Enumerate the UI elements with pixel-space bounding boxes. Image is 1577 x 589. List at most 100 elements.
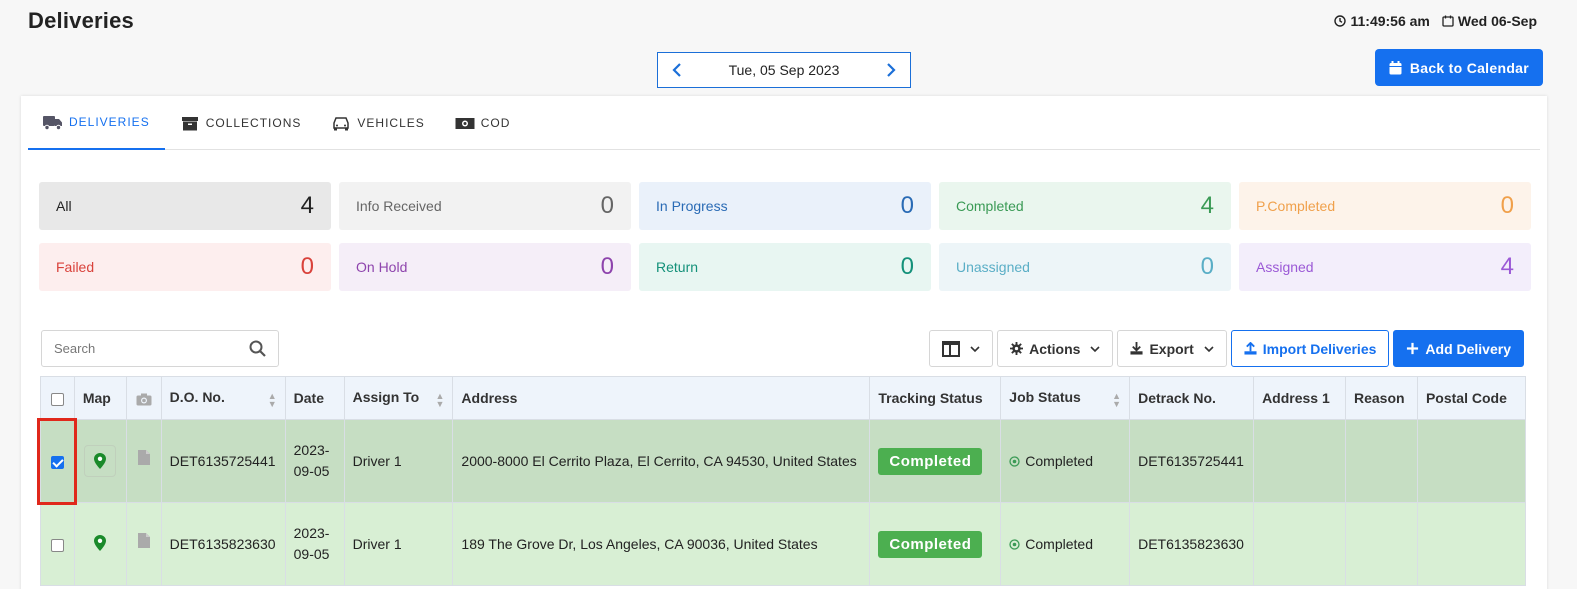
date-navigator: Tue, 05 Sep 2023 (657, 52, 911, 88)
map-cell (73, 419, 127, 503)
document-icon (137, 450, 150, 465)
detrack-no-cell: DET6135823630 (1129, 502, 1255, 586)
current-date[interactable]: Tue, 05 Sep 2023 (729, 62, 840, 78)
status-tile-count: 4 (1200, 192, 1214, 219)
sort-icon[interactable]: ▲ ▼ (1112, 391, 1121, 408)
search-box (41, 330, 279, 367)
map-pin-icon (94, 534, 107, 551)
deliveries-table: Map D.O. No. ▲ ▼ Date Assign To ▲ ▼ Address … (40, 376, 1527, 586)
status-tile-p-completed[interactable]: P.Completed 0 (1239, 182, 1531, 230)
prev-date-button[interactable] (672, 63, 682, 77)
status-tile-failed[interactable]: Failed 0 (39, 243, 331, 291)
job-status-text: Completed (1025, 453, 1093, 469)
status-tile-return[interactable]: Return 0 (639, 243, 931, 291)
column-header-do-no[interactable]: D.O. No. ▲ ▼ (160, 376, 286, 420)
chevron-down-icon (970, 345, 980, 352)
status-tile-unassigned[interactable]: Unassigned 0 (939, 243, 1231, 291)
column-header-label: Assign To (352, 388, 420, 405)
tab-collections[interactable]: COLLECTIONS (165, 96, 317, 150)
tab-label: COLLECTIONS (205, 116, 302, 130)
column-header-reason: Reason (1345, 376, 1418, 420)
job-status-cell: Completed (1000, 502, 1131, 586)
date-line: 09-05 (293, 463, 330, 479)
reason-cell (1345, 419, 1418, 503)
column-header-address-1: Address 1 (1253, 376, 1346, 420)
status-tile-on-hold[interactable]: On Hold 0 (339, 243, 631, 291)
date-cell: 2023- 09-05 (284, 502, 345, 586)
tab-label: VEHICLES (357, 116, 425, 130)
column-header-date: Date (284, 376, 345, 420)
status-tile-completed[interactable]: Completed 4 (939, 182, 1231, 230)
status-tile-label: Return (656, 259, 699, 275)
tab-bar: DELIVERIES COLLECTIONS VEHICLES COD (28, 96, 1540, 150)
row-checkbox[interactable] (50, 538, 64, 552)
status-tile-label: Assigned (1256, 259, 1314, 275)
search-input[interactable] (54, 341, 224, 356)
chevron-down-icon (1090, 345, 1101, 352)
export-button[interactable]: Export (1117, 330, 1227, 367)
tab-cod[interactable]: COD (440, 96, 526, 150)
column-header-job-status[interactable]: Job Status ▲ ▼ (1000, 376, 1131, 420)
chevron-right-icon (887, 63, 896, 77)
truck-icon (43, 115, 62, 130)
car-icon (333, 116, 350, 130)
next-date-button[interactable] (886, 63, 896, 77)
back-to-calendar-button[interactable]: Back to Calendar (1374, 49, 1543, 86)
search-icon[interactable] (249, 340, 266, 357)
tab-label: DELIVERIES (69, 115, 150, 129)
column-header-tracking-status: Tracking Status (869, 376, 1002, 420)
column-header-address: Address (452, 376, 871, 420)
status-tile-assigned[interactable]: Assigned 4 (1239, 243, 1531, 291)
status-tile-count: 4 (300, 192, 314, 219)
select-all-cell (40, 376, 75, 420)
back-to-calendar-label: Back to Calendar (1409, 59, 1529, 76)
tab-label: COD (480, 116, 511, 130)
sort-icon[interactable]: ▲ ▼ (435, 391, 444, 408)
import-label: Import Deliveries (1262, 340, 1377, 357)
date-line: 09-05 (293, 546, 330, 562)
download-icon (1130, 342, 1143, 355)
detrack-no-cell: DET6135725441 (1129, 419, 1255, 503)
map-pin-icon (94, 453, 107, 469)
camera-icon (136, 393, 152, 406)
status-tile-all[interactable]: All 4 (39, 182, 331, 230)
table-row[interactable]: DET6135823630 2023- 09-05 Driver 1 189 The G… (40, 502, 1527, 586)
date-display: Wed 06-Sep (1442, 13, 1537, 29)
import-deliveries-button[interactable]: Import Deliveries (1230, 330, 1390, 367)
status-tile-count: 0 (1500, 192, 1514, 219)
status-tile-count: 0 (600, 253, 614, 280)
photo-cell (125, 419, 162, 503)
clock-icon (1334, 15, 1347, 27)
column-header-assign-to[interactable]: Assign To ▲ ▼ (343, 376, 454, 420)
document-button[interactable] (137, 450, 150, 468)
status-tile-label: Completed (956, 198, 1024, 214)
status-tile-label: Unassigned (956, 259, 1030, 275)
column-header-label: D.O. No. (169, 388, 225, 405)
tab-vehicles[interactable]: VEHICLES (316, 96, 439, 150)
table-row[interactable]: DET6135725441 2023- 09-05 Driver 1 2000-8000… (40, 419, 1527, 503)
row-checkbox[interactable] (50, 455, 64, 469)
add-delivery-button[interactable]: Add Delivery (1393, 330, 1524, 367)
add-delivery-label: Add Delivery (1425, 340, 1511, 357)
status-filter-grid: All 4 Info Received 0 In Progress 0 Completed 4… (39, 182, 1531, 291)
address-1-cell (1253, 502, 1346, 586)
map-pin-button[interactable] (94, 534, 107, 554)
address-1-cell (1253, 419, 1346, 503)
status-tile-info-received[interactable]: Info Received 0 (339, 182, 631, 230)
assign-to-cell: Driver 1 (343, 419, 454, 503)
map-pin-button[interactable] (84, 445, 117, 477)
address-cell: 189 The Grove Dr, Los Angeles, CA 90036,… (452, 502, 871, 586)
column-toggle-button[interactable] (929, 330, 994, 367)
status-tile-label: P.Completed (1256, 198, 1336, 214)
time-text: 11:49:56 am (1350, 13, 1430, 29)
upload-icon (1244, 342, 1257, 355)
status-tile-in-progress[interactable]: In Progress 0 (639, 182, 931, 230)
tab-deliveries[interactable]: DELIVERIES (28, 96, 165, 150)
circle-dot-icon (1009, 538, 1020, 550)
chevron-left-icon (672, 63, 681, 77)
actions-button[interactable]: Actions (997, 330, 1114, 367)
select-all-checkbox[interactable] (50, 392, 64, 406)
table-toolbar: Actions Export Import Deliveries Add Del… (929, 330, 1524, 367)
sort-icon[interactable]: ▲ ▼ (268, 391, 277, 408)
document-button[interactable] (137, 533, 150, 551)
